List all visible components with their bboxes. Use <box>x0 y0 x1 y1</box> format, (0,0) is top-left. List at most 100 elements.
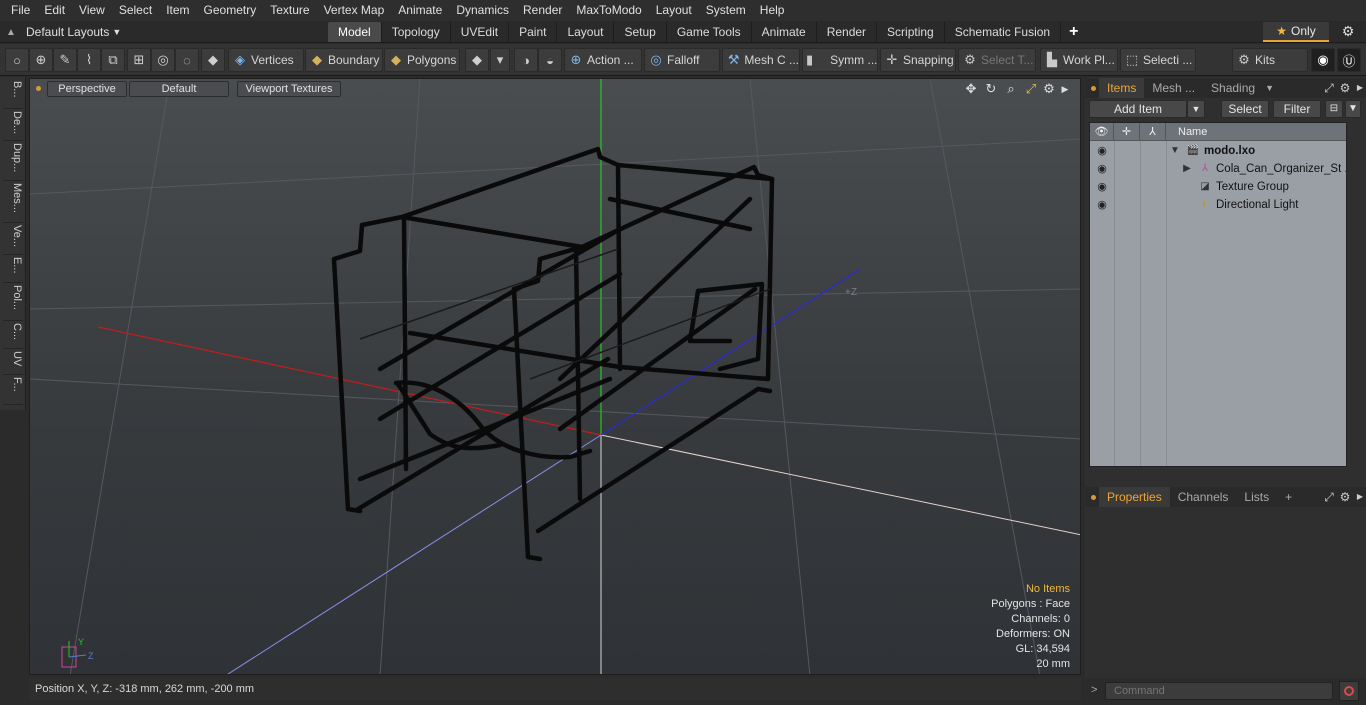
expand-right-icon[interactable]: ▶ <box>1353 80 1366 96</box>
collapsed-arrow-icon[interactable]: ▶ <box>1180 161 1194 177</box>
tab-uvedit[interactable]: UVEdit <box>451 22 510 42</box>
tab-items[interactable]: Items <box>1099 78 1145 98</box>
perspective-dropdown[interactable]: Perspective <box>47 81 127 97</box>
command-arrow-icon[interactable]: > <box>1091 684 1097 696</box>
tab-shading[interactable]: Shading <box>1203 78 1263 98</box>
vtab-uv[interactable]: UV <box>3 351 23 375</box>
vertices-button[interactable]: ◈ Vertices <box>228 48 304 72</box>
tab-properties[interactable]: Properties <box>1099 487 1170 507</box>
unreal-icon[interactable]: Ⓤ <box>1337 48 1361 72</box>
panel-menu-dot[interactable] <box>1091 85 1096 91</box>
tab-topology[interactable]: Topology <box>382 22 451 42</box>
menu-edit[interactable]: Edit <box>37 0 72 21</box>
globe-icon[interactable]: ⊕ <box>29 48 53 72</box>
tree-horizontal-scrollbar[interactable] <box>1089 467 1347 481</box>
select-through-button[interactable]: ⚙ Select T... <box>958 48 1036 72</box>
work-plane-button[interactable]: ▙ Work Pl... <box>1040 48 1118 72</box>
tab-paint[interactable]: Paint <box>509 22 558 42</box>
eye-icon[interactable]: ◉ <box>1094 197 1110 213</box>
tab-setup[interactable]: Setup <box>614 22 667 42</box>
shield-icon[interactable]: ◒ <box>538 48 562 72</box>
snapping-button[interactable]: ✛ Snapping <box>880 48 956 72</box>
add-tab-button[interactable]: + <box>1061 22 1086 42</box>
collapse-icon[interactable]: ⊟ <box>1325 100 1343 118</box>
circle-select-icon[interactable]: ○ <box>5 48 29 72</box>
command-input[interactable] <box>1105 682 1333 700</box>
scale-icon[interactable]: ◎ <box>151 48 175 72</box>
viewport-menu-dot[interactable] <box>36 86 41 91</box>
expand-right-icon[interactable]: ▶ <box>1057 81 1073 97</box>
menu-layout[interactable]: Layout <box>649 0 699 21</box>
menu-render[interactable]: Render <box>516 0 569 21</box>
rotate-icon[interactable]: ◌ <box>175 48 199 72</box>
tree-row-texture-group[interactable]: ◉ ◪ Texture Group <box>1090 178 1346 196</box>
vtab-curve[interactable]: C... <box>3 323 23 349</box>
selection-sets-button[interactable]: ⬚ Selecti ... <box>1120 48 1196 72</box>
panel-menu-dot[interactable] <box>1091 494 1096 500</box>
panel-gear-icon[interactable]: ⚙ <box>1338 489 1352 505</box>
menu-vertex-map[interactable]: Vertex Map <box>317 0 392 21</box>
pan-icon[interactable]: ✥ <box>963 81 979 97</box>
gear-icon[interactable]: ⚙ <box>1338 23 1358 41</box>
vtab-deform[interactable]: De... <box>3 111 23 141</box>
add-tab-button[interactable]: + <box>1277 487 1300 507</box>
viewport-gear-icon[interactable]: ⚙ <box>1041 81 1057 97</box>
menu-help[interactable]: Help <box>753 0 792 21</box>
boundary-button[interactable]: ◆ Boundary <box>305 48 383 72</box>
tab-layout[interactable]: Layout <box>557 22 615 42</box>
vtab-polygon[interactable]: Pol... <box>3 285 23 321</box>
tab-mesh[interactable]: Mesh ... <box>1144 78 1203 98</box>
type-column-icon[interactable]: ⅄ <box>1140 123 1166 141</box>
vtab-basic[interactable]: B... <box>3 81 23 109</box>
chevron-down-icon[interactable]: ▾ <box>490 48 510 72</box>
kits-button[interactable]: ⚙ Kits <box>1232 48 1308 72</box>
visibility-column-icon[interactable]: 👁 <box>1090 123 1114 141</box>
viewport-textures-dropdown[interactable]: Viewport Textures <box>237 81 341 97</box>
tree-row-scene[interactable]: ◉ ▼ 🎬 modo.lxo <box>1090 142 1346 160</box>
action-center-button[interactable]: ⊕ Action ... <box>564 48 642 72</box>
symmetry-shield-icon[interactable]: ◑ <box>514 48 538 72</box>
tab-scripting[interactable]: Scripting <box>877 22 945 42</box>
panel-gear-icon[interactable]: ⚙ <box>1338 80 1352 96</box>
expand-arrow-icon[interactable]: ▼ <box>1168 143 1182 159</box>
tab-channels[interactable]: Channels <box>1170 487 1237 507</box>
expand-icon[interactable]: ▲ <box>4 27 18 38</box>
rotate-view-icon[interactable]: ↻ <box>983 81 999 97</box>
menu-dynamics[interactable]: Dynamics <box>449 0 516 21</box>
tab-schematic-fusion[interactable]: Schematic Fusion <box>945 22 1062 42</box>
add-item-dropdown[interactable]: ▼ <box>1187 100 1205 118</box>
fit-view-icon[interactable]: ⤢ <box>1023 81 1039 97</box>
record-macro-icon[interactable] <box>1339 681 1359 701</box>
maximize-icon[interactable]: ⤢ <box>1322 80 1336 96</box>
transform-icon[interactable]: ⧉ <box>101 48 125 72</box>
symmetry-button[interactable]: ▮ Symm ... <box>802 48 878 72</box>
item-mode-icon[interactable]: ◆ <box>201 48 225 72</box>
eye-icon[interactable]: ◉ <box>1094 179 1110 195</box>
vtab-fusion[interactable]: F... <box>3 377 23 405</box>
name-column-header[interactable]: Name <box>1166 123 1346 141</box>
mesh-constraint-button[interactable]: ⚒ Mesh C ... <box>722 48 800 72</box>
vtab-duplicate[interactable]: Dup... <box>3 143 23 181</box>
funnel-icon[interactable]: ▼ <box>1345 100 1361 118</box>
maximize-icon[interactable]: ⤢ <box>1322 489 1336 505</box>
tree-vertical-scrollbar[interactable] <box>1349 122 1361 467</box>
tab-render[interactable]: Render <box>817 22 878 42</box>
menu-animate[interactable]: Animate <box>391 0 449 21</box>
tree-row-mesh[interactable]: ◉ ▶ ⅄ Cola_Can_Organizer_St ... <box>1090 160 1346 178</box>
material-icon[interactable]: ◆ <box>465 48 489 72</box>
tab-model[interactable]: Model <box>328 22 382 42</box>
tab-game-tools[interactable]: Game Tools <box>667 22 752 42</box>
tab-animate[interactable]: Animate <box>752 22 817 42</box>
zoom-icon[interactable]: ⌕ <box>1003 81 1019 97</box>
menu-view[interactable]: View <box>72 0 112 21</box>
falloff-button[interactable]: ◎ Falloff <box>644 48 720 72</box>
vtab-vertex[interactable]: Ve... <box>3 225 23 255</box>
polygons-button[interactable]: ◆ Polygons <box>384 48 460 72</box>
lock-column-icon[interactable]: ✛ <box>1114 123 1140 141</box>
pen-icon[interactable]: ✎ <box>53 48 77 72</box>
shading-dropdown[interactable]: Default <box>129 81 229 97</box>
vtab-edge[interactable]: E... <box>3 257 23 283</box>
tab-lists[interactable]: Lists <box>1236 487 1277 507</box>
layout-selector[interactable]: ▲ Default Layouts ▼ <box>4 23 121 41</box>
eye-icon[interactable]: ◉ <box>1094 143 1110 159</box>
